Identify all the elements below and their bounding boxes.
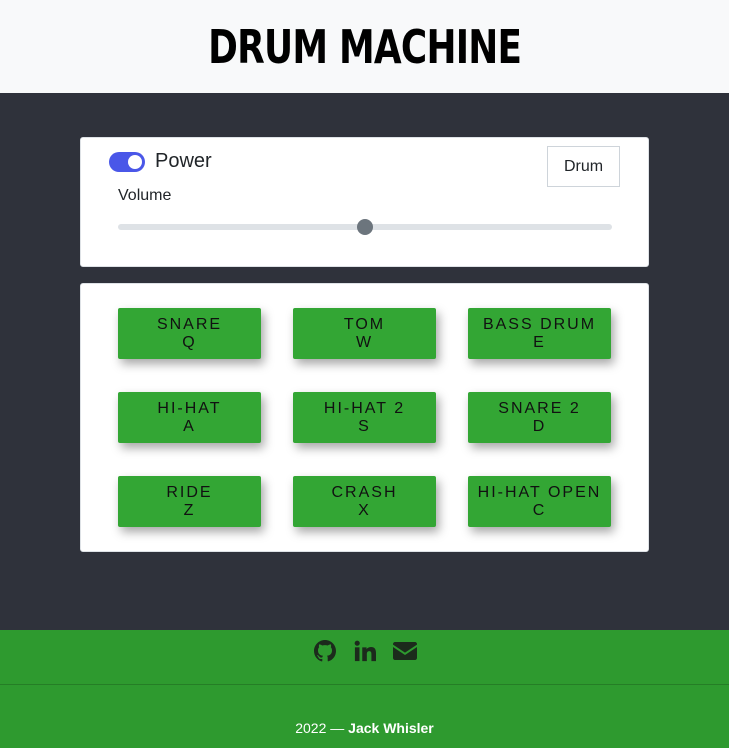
social-links: [0, 638, 729, 666]
volume-slider[interactable]: [118, 219, 612, 235]
footer-credit: 2022 — Jack Whisler: [0, 720, 729, 736]
page-header: DRUM MACHINE: [0, 0, 729, 93]
drum-pad[interactable]: SNARE 2 D: [468, 392, 611, 443]
drum-pad[interactable]: HI-HAT 2 S: [293, 392, 436, 443]
sound-display: Drum: [547, 146, 620, 187]
drum-pad[interactable]: HI-HAT OPEN C: [468, 476, 611, 527]
drum-pad[interactable]: SNARE Q: [118, 308, 261, 359]
pad-key: D: [532, 417, 547, 435]
pad-name: BASS DRUM: [482, 315, 597, 333]
pad-key: S: [358, 417, 371, 435]
pad-name: CRASH: [331, 483, 398, 501]
drum-pad[interactable]: HI-HAT A: [118, 392, 261, 443]
pad-name: HI-HAT OPEN: [477, 483, 602, 501]
page-footer: 2022 — Jack Whisler: [0, 630, 729, 748]
linkedin-icon[interactable]: [353, 638, 377, 664]
pad-name: SNARE 2: [498, 399, 581, 417]
power-label: Power: [155, 150, 212, 172]
pad-key: W: [355, 333, 374, 351]
drum-pad-panel: SNARE Q TOM W BASS DRUM E HI-HAT A HI-HA…: [80, 283, 649, 552]
power-control: Power: [109, 150, 212, 173]
controls-panel: Power Drum Volume: [80, 137, 649, 267]
author-link[interactable]: Jack Whisler: [348, 720, 434, 736]
volume-label: Volume: [118, 187, 172, 204]
pad-name: SNARE: [156, 315, 223, 333]
pad-key: Z: [183, 501, 196, 519]
envelope-icon[interactable]: [392, 638, 417, 664]
pad-name: RIDE: [166, 483, 213, 501]
drum-pad[interactable]: RIDE Z: [118, 476, 261, 527]
pad-key: Q: [182, 333, 197, 351]
toggle-knob: [128, 154, 142, 169]
drum-pad[interactable]: TOM W: [293, 308, 436, 359]
pad-name: HI-HAT: [157, 399, 222, 417]
footer-separator: —: [330, 720, 345, 736]
footer-year: 2022: [295, 720, 327, 736]
footer-divider: [0, 684, 729, 685]
drum-pad[interactable]: BASS DRUM E: [468, 308, 611, 359]
power-toggle[interactable]: [109, 151, 145, 172]
drum-pad[interactable]: CRASH X: [293, 476, 436, 527]
pad-key: A: [183, 417, 196, 435]
page-title: DRUM MACHINE: [207, 19, 522, 74]
github-icon[interactable]: [313, 638, 337, 664]
pad-key: E: [533, 333, 546, 351]
volume-slider-thumb[interactable]: [357, 219, 373, 235]
pad-key: C: [532, 501, 547, 519]
pad-name: TOM: [343, 315, 386, 333]
pad-name: HI-HAT 2: [323, 399, 406, 417]
pad-key: X: [358, 501, 371, 519]
